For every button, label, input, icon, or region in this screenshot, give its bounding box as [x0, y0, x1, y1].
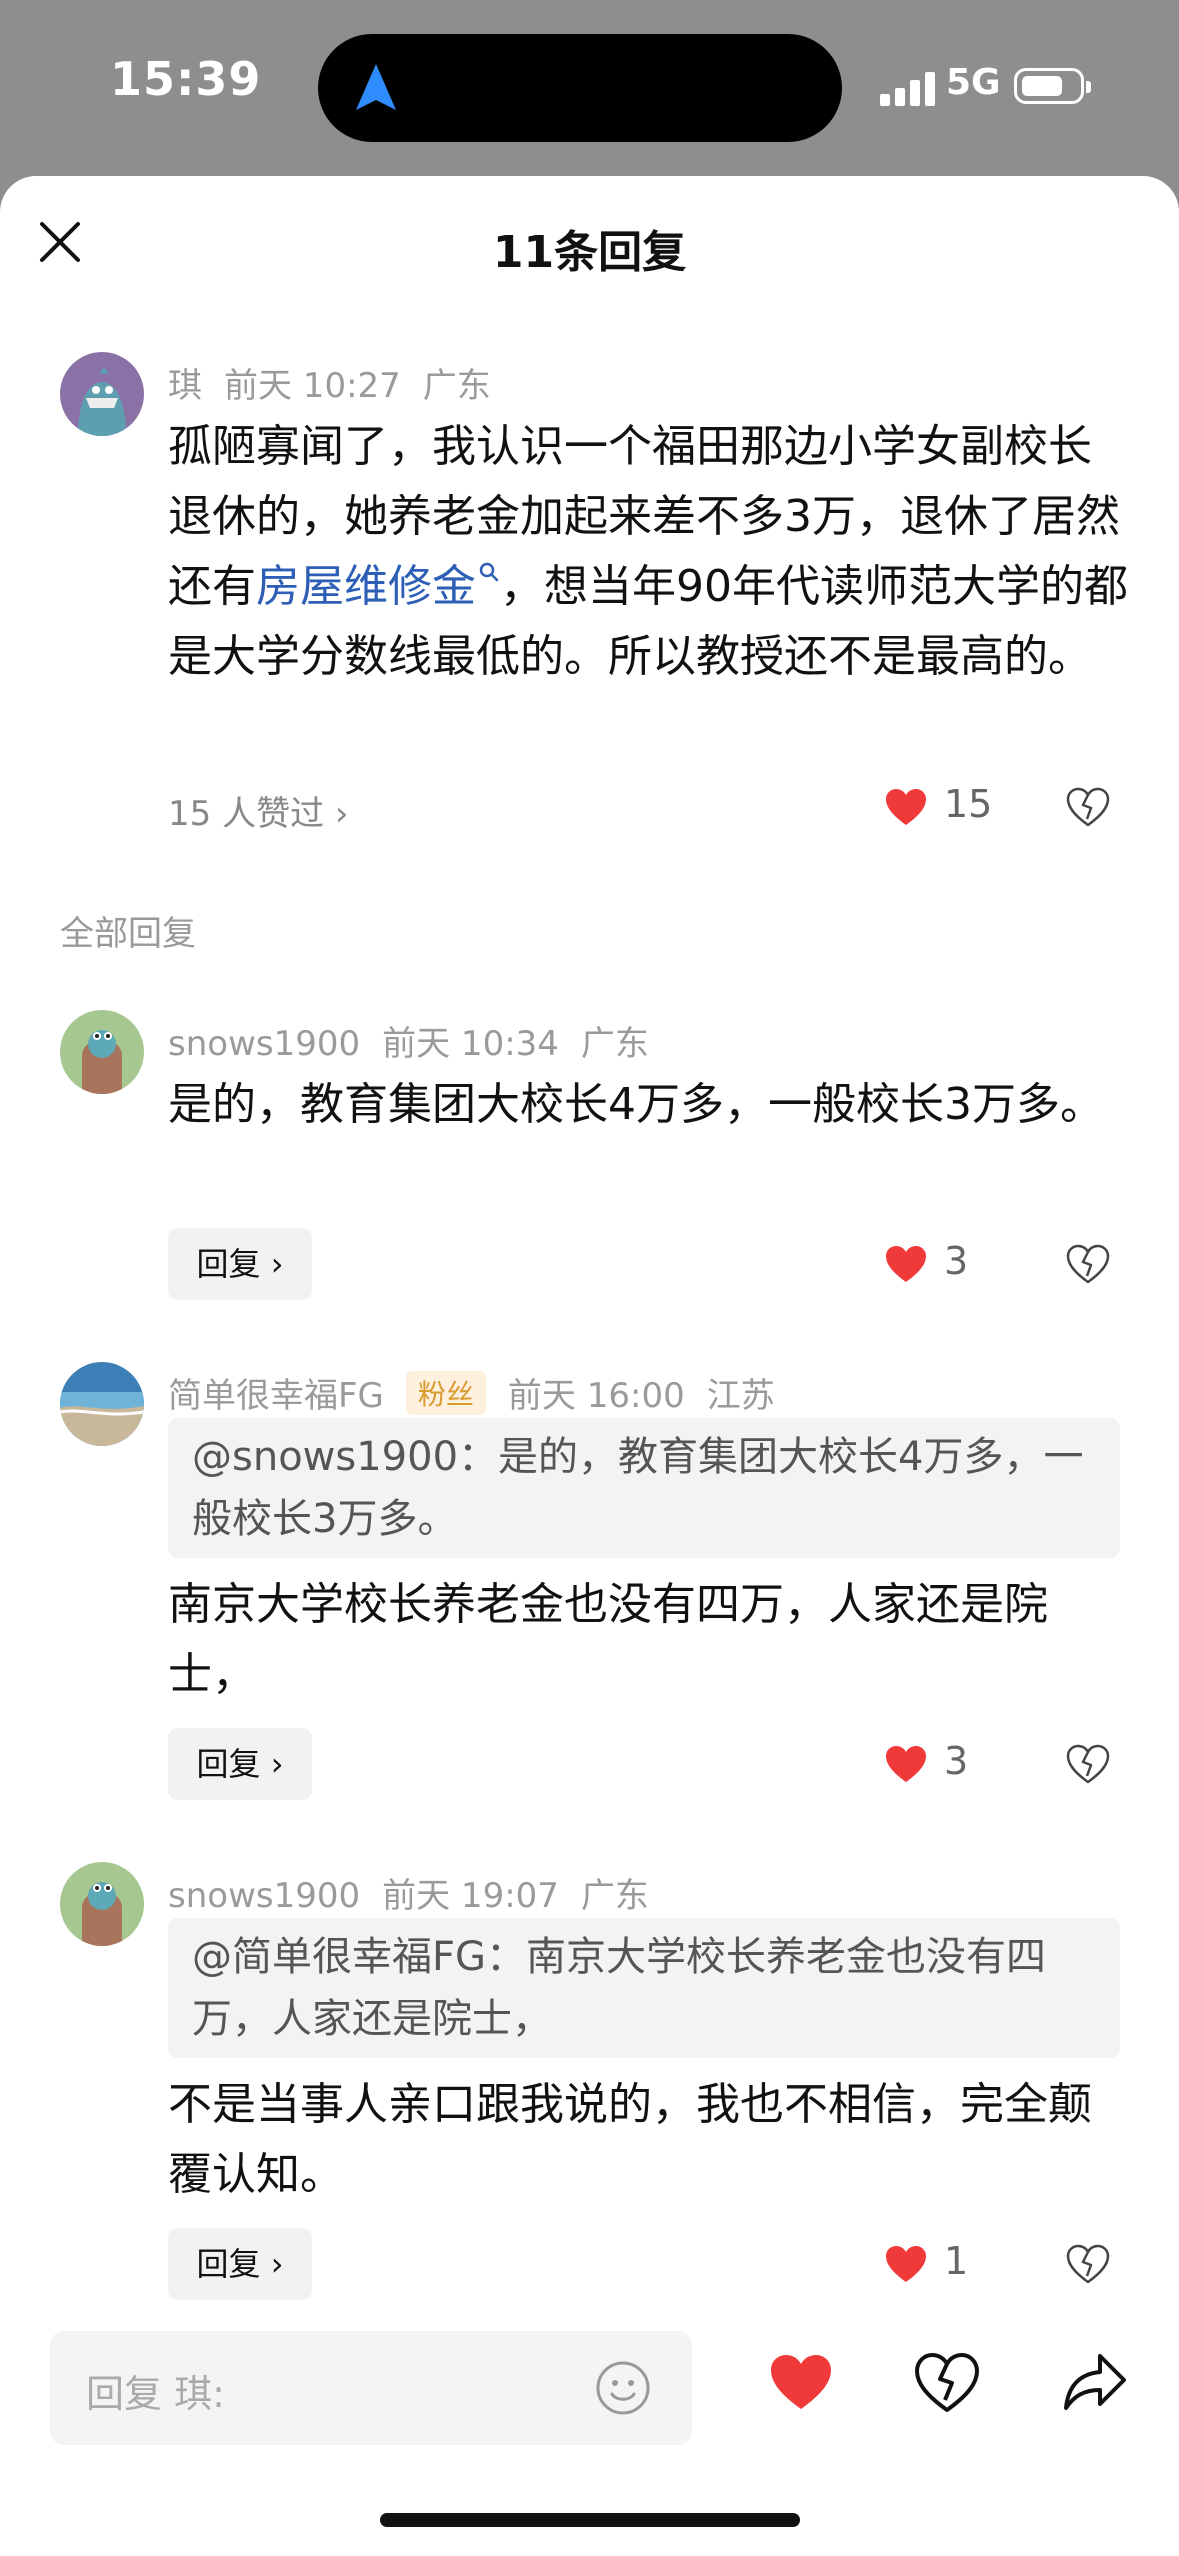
like-heart-icon[interactable]: [768, 2352, 834, 2412]
comment-text: 南京大学校长养老金也没有四万，人家还是院士，: [168, 1579, 1048, 1700]
avatar[interactable]: [60, 1010, 144, 1094]
comment-time: 前天 19:07: [382, 1876, 559, 1916]
broken-heart-icon[interactable]: [914, 2350, 980, 2414]
like-heart-icon[interactable]: [884, 787, 928, 827]
replies-sheet: 11条回复 琪前天 10:27 广东 孤陋寡闻了，我认识一个福田那边小学女副校长退…: [0, 176, 1179, 2556]
search-icon: [479, 562, 499, 582]
chevron-right-icon: ›: [334, 794, 349, 834]
chevron-right-icon: ›: [270, 1745, 284, 1783]
liked-by-label: 15 人赞过: [168, 794, 325, 834]
reply-button[interactable]: 回复 ›: [168, 1728, 312, 1800]
network-label: 5G: [946, 62, 1001, 103]
dynamic-island: [318, 34, 842, 142]
like-count: 3: [944, 1739, 969, 1783]
comment-location: 广东: [422, 366, 491, 406]
status-bar: 15:39 5G: [0, 0, 1179, 170]
section-label: 全部回复: [60, 914, 196, 954]
like-heart-icon[interactable]: [884, 1244, 928, 1284]
battery-icon: [1014, 68, 1091, 104]
dislike-icon[interactable]: [1066, 786, 1110, 828]
username[interactable]: 简单很幸福FG: [168, 1376, 384, 1416]
quoted-comment: @snows1900：是的，教育集团大校长4万多，一般校长3万多。: [168, 1418, 1120, 1558]
comment-meta: 简单很幸福FG 粉丝 前天 16:00 江苏: [168, 1368, 797, 1417]
avatar[interactable]: [60, 1362, 144, 1446]
reply-button[interactable]: 回复 ›: [168, 2228, 312, 2300]
comment-meta: snows1900 前天 10:34 广东: [168, 1016, 671, 1065]
search-link[interactable]: 房屋维修金: [256, 561, 500, 612]
search-link-label: 房屋维修金: [256, 561, 476, 612]
comment-location: 广东: [580, 1024, 649, 1064]
reply-input[interactable]: 回复 琪:: [50, 2331, 692, 2445]
fan-badge: 粉丝: [405, 1371, 486, 1415]
comment-meta: snows1900 前天 19:07 广东: [168, 1868, 671, 1917]
like-heart-icon[interactable]: [884, 2244, 928, 2284]
reply-button-label: 回复: [196, 1245, 261, 1283]
comment-text: 不是当事人亲口跟我说的，我也不相信，完全颠覆认知。: [168, 2079, 1092, 2200]
like-count: 15: [944, 782, 993, 826]
comment-meta: 琪前天 10:27 广东: [168, 358, 513, 407]
avatar[interactable]: [60, 352, 144, 436]
quoted-comment: @简单很幸福FG：南京大学校长养老金也没有四万，人家还是院士，: [168, 1918, 1120, 2058]
comment-location: 广东: [580, 1876, 649, 1916]
username[interactable]: snows1900: [168, 1876, 360, 1916]
reply-button[interactable]: 回复 ›: [168, 1228, 312, 1300]
username[interactable]: 琪: [168, 366, 202, 406]
sheet-title: 11条回复: [492, 227, 687, 278]
comment-location: 江苏: [706, 1376, 775, 1416]
dislike-icon[interactable]: [1066, 2243, 1110, 2285]
reply-button-label: 回复: [196, 2245, 261, 2283]
comment-time: 前天 10:27: [224, 366, 401, 406]
emoji-icon[interactable]: [594, 2359, 652, 2417]
dislike-icon[interactable]: [1066, 1243, 1110, 1285]
comment-time: 前天 10:34: [382, 1024, 559, 1064]
chevron-right-icon: ›: [270, 2245, 284, 2283]
navigation-arrow-icon: [356, 64, 396, 110]
username[interactable]: snows1900: [168, 1024, 360, 1064]
reply-input-placeholder: 回复 琪:: [86, 2372, 225, 2416]
share-icon[interactable]: [1062, 2352, 1128, 2412]
like-heart-icon[interactable]: [884, 1744, 928, 1784]
like-count: 3: [944, 1239, 969, 1283]
like-count: 1: [944, 2239, 969, 2283]
avatar[interactable]: [60, 1862, 144, 1946]
signal-icon: [880, 70, 936, 106]
dislike-icon[interactable]: [1066, 1743, 1110, 1785]
chevron-right-icon: ›: [270, 1245, 284, 1283]
status-time: 15:39: [110, 52, 262, 106]
liked-by-link[interactable]: 15 人赞过 ›: [168, 786, 349, 835]
comment-text: 孤陋寡闻了，我认识一个福田那边小学女副校长退休的，她养老金加起来差不多3万，退休…: [168, 412, 1128, 692]
comment-text: 是的，教育集团大校长4万多，一般校长3万多。: [168, 1079, 1104, 1130]
home-indicator: [380, 2513, 800, 2527]
comment-time: 前天 16:00: [507, 1376, 685, 1416]
reply-button-label: 回复: [196, 1745, 261, 1783]
